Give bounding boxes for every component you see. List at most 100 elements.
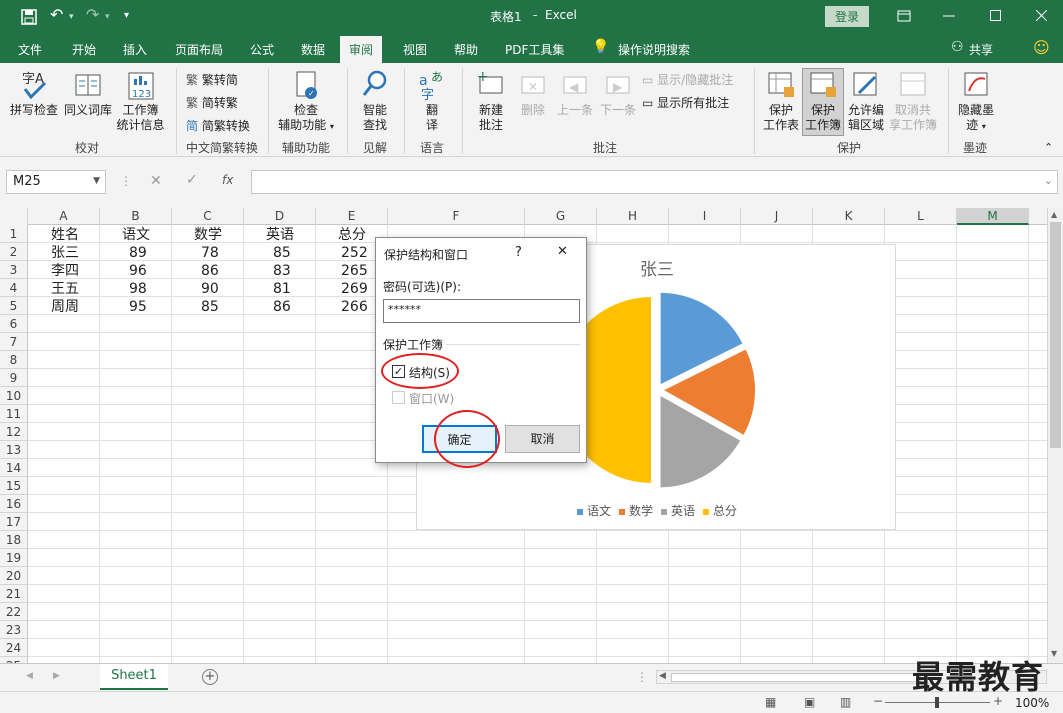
h-scroll-thumb[interactable] <box>671 673 921 682</box>
row-header[interactable]: 17 <box>0 513 28 531</box>
row-header[interactable]: 15 <box>0 477 28 495</box>
column-header[interactable]: C <box>172 208 244 225</box>
spell-check-button[interactable]: 字A 拼写检查 <box>8 69 60 118</box>
scroll-thumb[interactable] <box>1050 222 1061 448</box>
unshare-workbook-button[interactable]: 取消共 享工作簿 <box>888 69 938 133</box>
smart-lookup-button[interactable]: 智能 查找 <box>354 69 396 133</box>
row-header[interactable]: 4 <box>0 279 28 297</box>
cell-value[interactable]: 89 <box>129 244 147 262</box>
translate-button[interactable]: aあ字 翻 译 <box>412 69 452 133</box>
tab-page-layout[interactable]: 页面布局 <box>175 41 223 58</box>
tab-insert[interactable]: 插入 <box>123 41 147 58</box>
undo-dropdown-icon[interactable]: ▾ <box>69 12 74 22</box>
cell-value[interactable]: 86 <box>201 262 219 280</box>
column-header[interactable]: E <box>316 208 388 225</box>
scroll-up-icon[interactable]: ▲ <box>1051 210 1057 219</box>
zoom-out-icon[interactable]: − <box>873 694 883 708</box>
cell-name[interactable]: 李四 <box>51 262 79 280</box>
close-icon[interactable] <box>1036 10 1047 21</box>
column-header[interactable]: A <box>28 208 100 225</box>
ribbon-display-icon[interactable] <box>897 10 911 22</box>
cell-value[interactable]: 252 <box>341 244 368 262</box>
insert-function-button[interactable]: fx <box>222 173 233 187</box>
row-header[interactable]: 21 <box>0 585 28 603</box>
chinese-conversion-button[interactable]: 简 简繁转换 <box>186 117 250 134</box>
cell-header[interactable]: 总分 <box>338 226 366 244</box>
name-box[interactable]: M25 ▼ <box>6 170 106 194</box>
cell-value[interactable]: 96 <box>129 262 147 280</box>
cell-header[interactable]: 数学 <box>194 226 222 244</box>
allow-edit-ranges-button[interactable]: 允许编 辑区域 <box>845 69 887 133</box>
cell-value[interactable]: 85 <box>201 298 219 316</box>
redo-dropdown-icon[interactable]: ▾ <box>105 12 110 22</box>
password-input[interactable]: ****** <box>383 299 580 323</box>
collapse-ribbon-icon[interactable]: ⌃ <box>1044 141 1053 154</box>
workbook-statistics-button[interactable]: 123 工作簿 统计信息 <box>113 69 168 133</box>
share-button[interactable]: 共享 <box>969 41 993 58</box>
sheet-prev-icon[interactable]: ◀ <box>26 671 33 681</box>
cell-name[interactable]: 张三 <box>51 244 79 262</box>
cell-value[interactable]: 90 <box>201 280 219 298</box>
tab-review[interactable]: 审阅 <box>340 36 383 63</box>
tab-home[interactable]: 开始 <box>72 41 96 58</box>
protect-workbook-button[interactable]: 保护 工作簿 <box>802 68 844 136</box>
row-header[interactable]: 19 <box>0 549 28 567</box>
confirm-entry-icon[interactable]: ✓ <box>186 172 198 188</box>
scroll-left-icon[interactable]: ◀ <box>659 671 666 681</box>
row-header[interactable]: 12 <box>0 423 28 441</box>
thesaurus-button[interactable]: 同义词库 <box>62 69 114 118</box>
tab-help[interactable]: 帮助 <box>454 41 478 58</box>
cell-value[interactable]: 81 <box>273 280 291 298</box>
row-header[interactable]: 10 <box>0 387 28 405</box>
show-all-comments-button[interactable]: ▭ 显示所有批注 <box>642 94 729 111</box>
tab-view[interactable]: 视图 <box>403 41 427 58</box>
formula-input[interactable]: ⌄ <box>251 170 1058 194</box>
cell-value[interactable]: 269 <box>341 280 368 298</box>
smiley-icon[interactable]: ☺ <box>1033 38 1050 57</box>
row-header[interactable]: 16 <box>0 495 28 513</box>
tell-me-search[interactable]: 操作说明搜索 <box>618 41 690 58</box>
expand-formula-icon[interactable]: ⌄ <box>1044 174 1053 187</box>
row-header[interactable]: 23 <box>0 621 28 639</box>
cell-value[interactable]: 98 <box>129 280 147 298</box>
page-break-view-icon[interactable]: ▥ <box>840 695 851 709</box>
show-hide-comment-button[interactable]: ▭ 显示/隐藏批注 <box>642 71 733 88</box>
protect-sheet-button[interactable]: 保护 工作表 <box>760 69 802 133</box>
sheet-next-icon[interactable]: ▶ <box>53 671 60 681</box>
window-checkbox[interactable] <box>392 391 405 404</box>
minimize-icon[interactable] <box>943 15 955 17</box>
check-accessibility-button[interactable]: ✓ 检查 辅助功能 ▾ <box>275 69 337 134</box>
cell-value[interactable]: 265 <box>341 262 368 280</box>
save-icon[interactable] <box>21 9 37 25</box>
cell-value[interactable]: 78 <box>201 244 219 262</box>
row-header[interactable]: 24 <box>0 639 28 657</box>
row-header[interactable]: 14 <box>0 459 28 477</box>
next-comment-button[interactable]: ▶ 下一条 <box>597 69 639 118</box>
page-layout-view-icon[interactable]: ▣ <box>804 695 815 709</box>
tab-file[interactable]: 文件 <box>18 41 42 58</box>
tab-split-icon[interactable]: ⋮ <box>636 670 648 684</box>
row-header[interactable]: 18 <box>0 531 28 549</box>
cell-value[interactable]: 85 <box>273 244 291 262</box>
row-header[interactable]: 8 <box>0 351 28 369</box>
sheet-tab-sheet1[interactable]: Sheet1 <box>100 664 168 690</box>
undo-icon[interactable]: ↶ <box>50 5 63 24</box>
scroll-down-icon[interactable]: ▼ <box>1051 649 1057 658</box>
row-header[interactable]: 11 <box>0 405 28 423</box>
add-sheet-button[interactable]: + <box>202 669 218 685</box>
vertical-scrollbar[interactable]: ▲ ▼ <box>1047 208 1063 663</box>
cancel-entry-icon[interactable]: ✕ <box>150 173 162 189</box>
new-comment-button[interactable]: + 新建 批注 <box>470 69 512 133</box>
cell-header[interactable]: 英语 <box>266 226 294 244</box>
column-header[interactable]: J <box>741 208 813 225</box>
row-header[interactable]: 1 <box>0 225 28 243</box>
maximize-icon[interactable] <box>990 10 1001 21</box>
row-header[interactable]: 6 <box>0 315 28 333</box>
cell-value[interactable]: 83 <box>273 262 291 280</box>
column-header[interactable]: F <box>388 208 525 225</box>
customize-qat-icon[interactable]: ▾ <box>124 10 129 21</box>
tab-formulas[interactable]: 公式 <box>250 41 274 58</box>
column-header[interactable]: L <box>885 208 957 225</box>
delete-comment-button[interactable]: ✕ 删除 <box>514 69 552 118</box>
tab-pdf-tools[interactable]: PDF工具集 <box>505 41 564 58</box>
